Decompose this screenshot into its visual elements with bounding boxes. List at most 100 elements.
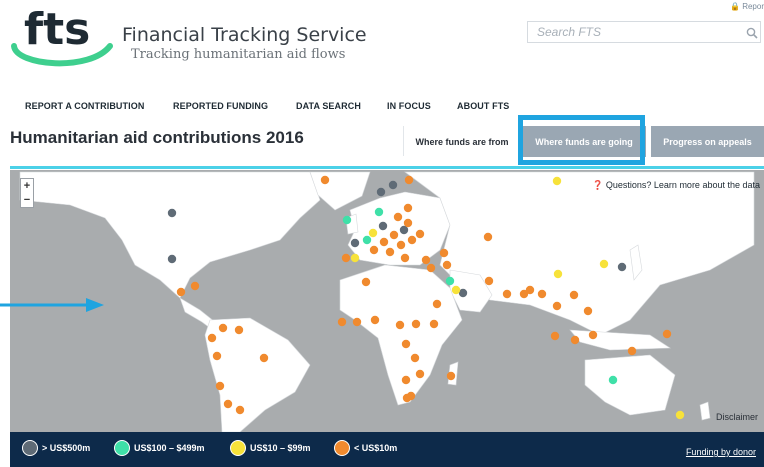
- marker-lt10m: [190, 281, 200, 291]
- marker-lt10m: [176, 287, 186, 297]
- marker-gt500: [167, 208, 177, 218]
- marker-lt10m: [662, 329, 672, 339]
- marker-gt500: [617, 262, 627, 272]
- marker-lt10m: [446, 371, 456, 381]
- marker-lt10m: [393, 212, 403, 222]
- marker-gt500: [350, 238, 360, 248]
- marker-lt10m: [570, 335, 580, 345]
- tab-where-funds-are-from[interactable]: Where funds are from: [406, 126, 518, 157]
- highlight-box: [518, 115, 645, 165]
- marker-lt10m: [259, 353, 269, 363]
- funding-by-donor-link[interactable]: Funding by donor: [686, 447, 756, 457]
- marker-lt10m: [426, 263, 436, 273]
- marker-lt10m: [396, 240, 406, 250]
- marker-lt10m: [403, 203, 413, 213]
- marker-lt10m: [406, 391, 416, 401]
- nav-report-contribution[interactable]: REPORT A CONTRIBUTION: [25, 101, 144, 111]
- marker-lt10m: [552, 301, 562, 311]
- marker-lt10m: [234, 325, 244, 335]
- marker-10-99m: [552, 176, 562, 186]
- marker-lt10m: [385, 247, 395, 257]
- zoom-control: + −: [20, 178, 34, 208]
- marker-lt10m: [483, 232, 493, 242]
- marker-lt10m: [525, 285, 535, 295]
- marker-lt10m: [320, 175, 330, 185]
- marker-gt500: [167, 254, 177, 264]
- tab-underline: [10, 166, 764, 169]
- marker-lt10m: [421, 255, 431, 265]
- marker-10-99m: [675, 410, 685, 420]
- nav-about-fts[interactable]: ABOUT FTS: [457, 101, 509, 111]
- legend-swatch: [114, 440, 130, 456]
- marker-lt10m: [432, 299, 442, 309]
- marker-lt10m: [403, 218, 413, 228]
- marker-lt10m: [411, 319, 421, 329]
- marker-100-499m: [374, 207, 384, 217]
- marker-lt10m: [627, 346, 637, 356]
- marker-lt10m: [215, 381, 225, 391]
- marker-lt10m: [389, 230, 399, 240]
- marker-lt10m: [537, 289, 547, 299]
- marker-lt10m: [429, 319, 439, 329]
- marker-lt10m: [218, 323, 228, 333]
- brand-subtitle: Tracking humanitarian aid flows: [131, 47, 346, 62]
- marker-lt10m: [401, 375, 411, 385]
- marker-lt10m: [583, 306, 593, 316]
- legend-item-gt500: > US$500m: [22, 440, 90, 456]
- marker-lt10m: [352, 317, 362, 327]
- zoom-in-button[interactable]: +: [21, 179, 33, 193]
- legend-item-10-99: US$10 – $99m: [230, 440, 311, 456]
- marker-lt10m: [407, 235, 417, 245]
- marker-100-499m: [608, 375, 618, 385]
- divider: [403, 126, 404, 156]
- brand-title: Financial Tracking Service: [122, 24, 367, 46]
- marker-lt10m: [337, 317, 347, 327]
- marker-lt10m: [400, 253, 410, 263]
- marker-10-99m: [451, 285, 461, 295]
- search-icon[interactable]: [746, 26, 758, 44]
- questions-link[interactable]: ❓ Questions? Learn more about the data: [592, 180, 760, 191]
- marker-100-499m: [445, 276, 455, 286]
- marker-lt10m: [404, 175, 414, 185]
- world-map[interactable]: [10, 170, 764, 432]
- marker-gt500: [376, 187, 386, 197]
- marker-lt10m: [223, 399, 233, 409]
- page-title: Humanitarian aid contributions 2016: [10, 128, 304, 147]
- fts-logo-mark: fts: [11, 4, 113, 67]
- marker-lt10m: [442, 260, 452, 270]
- marker-100-499m: [362, 235, 372, 245]
- lock-icon: 🔒: [730, 2, 740, 11]
- marker-lt10m: [569, 290, 579, 300]
- legend-item-lt10: < US$10m: [334, 440, 397, 456]
- tab-progress-on-appeals[interactable]: Progress on appeals: [651, 126, 764, 157]
- marker-lt10m: [415, 229, 425, 239]
- marker-lt10m: [369, 245, 379, 255]
- marker-lt10m: [502, 289, 512, 299]
- report-link[interactable]: 🔒 Repor: [730, 2, 764, 11]
- fts-logo-text: fts: [24, 4, 90, 55]
- marker-lt10m: [410, 353, 420, 363]
- marker-lt10m: [379, 237, 389, 247]
- fts-logo[interactable]: fts: [10, 0, 120, 72]
- marker-100-499m: [342, 215, 352, 225]
- marker-lt10m: [484, 276, 494, 286]
- question-icon: ❓: [592, 180, 604, 190]
- zoom-out-button[interactable]: −: [21, 193, 33, 207]
- marker-lt10m: [439, 248, 449, 258]
- nav-in-focus[interactable]: IN FOCUS: [387, 101, 431, 111]
- marker-lt10m: [212, 351, 222, 361]
- nav-reported-funding[interactable]: REPORTED FUNDING: [173, 101, 268, 111]
- marker-lt10m: [341, 253, 351, 263]
- marker-lt10m: [370, 315, 380, 325]
- legend-swatch: [22, 440, 38, 456]
- marker-lt10m: [415, 369, 425, 379]
- marker-lt10m: [550, 331, 560, 341]
- marker-10-99m: [368, 228, 378, 238]
- marker-10-99m: [350, 253, 360, 263]
- legend-item-100-499: US$100 – $499m: [114, 440, 205, 456]
- annotation-arrow: [0, 295, 110, 320]
- marker-lt10m: [401, 339, 411, 349]
- nav-data-search[interactable]: DATA SEARCH: [296, 101, 361, 111]
- disclaimer-link[interactable]: Disclaimer: [716, 412, 758, 422]
- marker-lt10m: [395, 320, 405, 330]
